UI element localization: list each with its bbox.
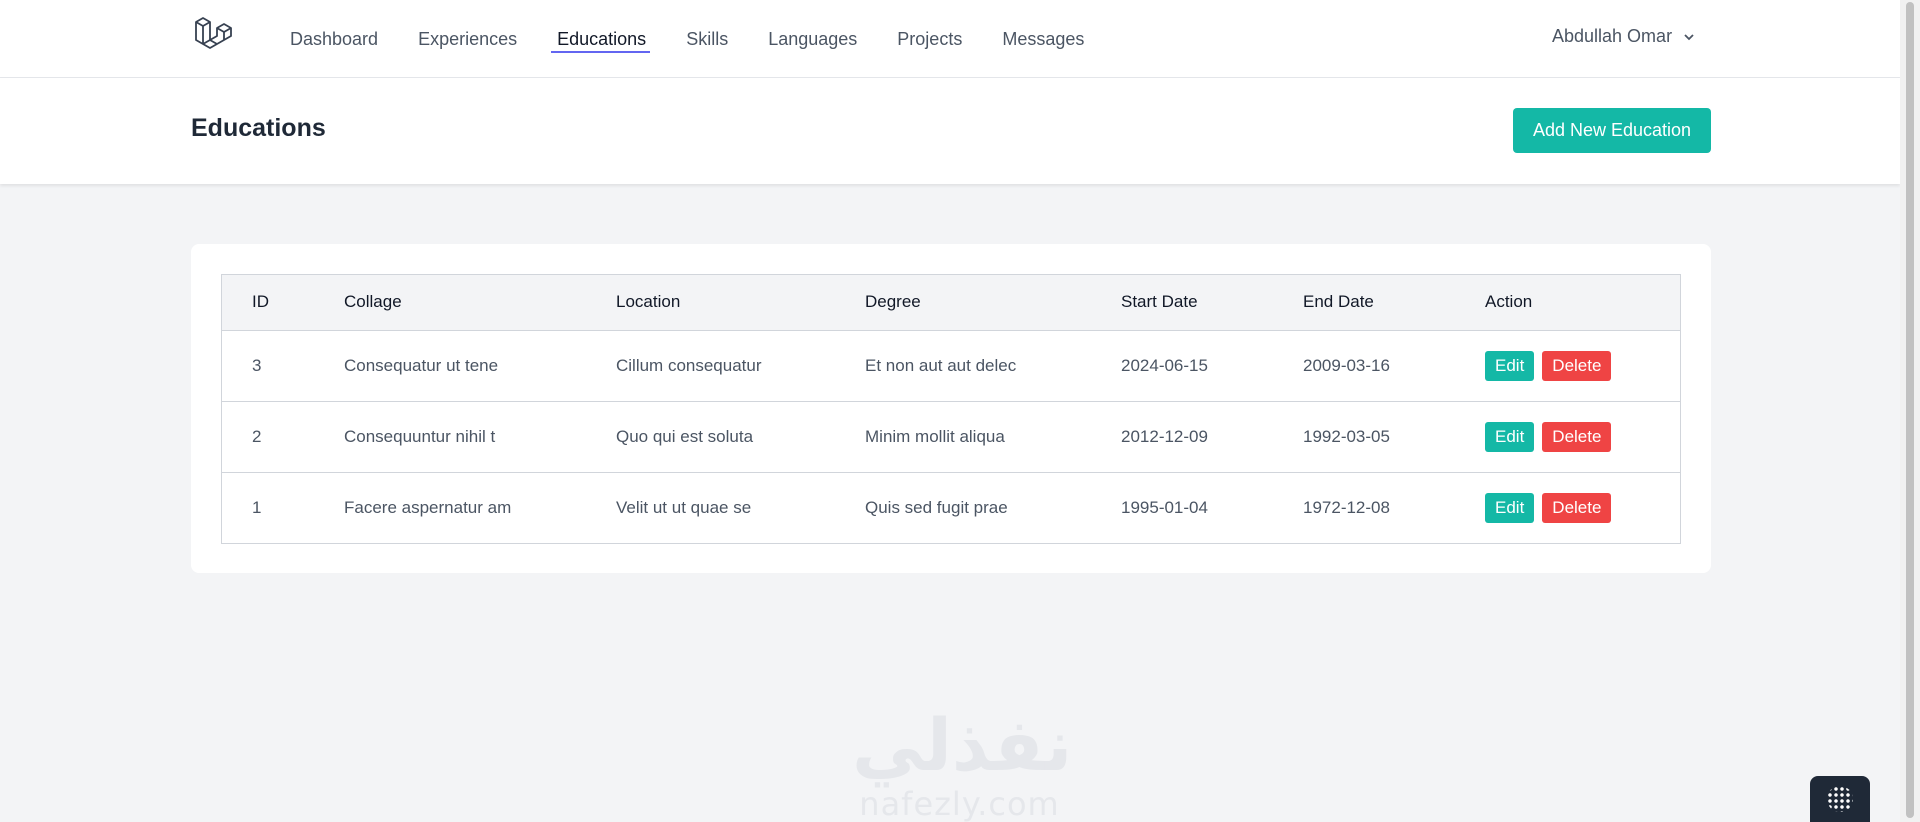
cell-actions: Edit Delete — [1455, 472, 1680, 543]
column-header-id: ID — [252, 292, 269, 312]
nav-links: Dashboard Experiences Educations Skills … — [290, 0, 1124, 78]
column-header-degree: Degree — [865, 292, 921, 312]
vertical-scrollbar[interactable] — [1900, 0, 1920, 822]
cell-location: Cillum consequatur — [616, 355, 762, 375]
nav-link-dashboard[interactable]: Dashboard — [290, 0, 378, 78]
cell-location: Velit ut ut quae se — [616, 497, 752, 517]
cell-location: Quo qui est soluta — [616, 426, 754, 446]
cell-id: 3 — [252, 355, 262, 375]
column-header-location: Location — [616, 292, 681, 312]
delete-button[interactable]: Delete — [1542, 421, 1612, 452]
table-row: 2 Consequuntur nihil t Quo qui est solut… — [222, 401, 1680, 472]
cell-degree: Quis sed fugit prae — [865, 497, 1008, 517]
nav-link-skills[interactable]: Skills — [686, 0, 728, 78]
cell-end-date: 1972-12-08 — [1303, 497, 1390, 517]
column-header-action: Action — [1485, 292, 1533, 312]
laravel-logo-icon[interactable] — [192, 16, 236, 60]
edit-button[interactable]: Edit — [1485, 492, 1535, 523]
table-container: ID Collage Location Degree Start Date En… — [221, 274, 1681, 544]
watermark-arabic-text: نفذلي — [852, 703, 1073, 787]
cell-end-date: 2009-03-16 — [1303, 355, 1390, 375]
edit-button[interactable]: Edit — [1485, 421, 1535, 452]
add-new-education-button[interactable]: Add New Education — [1513, 108, 1711, 153]
nav-link-messages[interactable]: Messages — [1002, 0, 1084, 78]
table-row: 1 Facere aspernatur am Velit ut ut quae … — [222, 472, 1680, 543]
cell-actions: Edit Delete — [1455, 401, 1680, 472]
cell-degree: Et non aut aut delec — [865, 355, 1017, 375]
user-menu[interactable]: Abdullah Omar — [1552, 26, 1696, 47]
edit-button[interactable]: Edit — [1485, 350, 1535, 381]
floating-widget-button[interactable] — [1810, 776, 1870, 822]
cell-actions: Edit Delete — [1455, 330, 1680, 401]
column-header-collage: Collage — [344, 292, 402, 312]
delete-button[interactable]: Delete — [1542, 492, 1612, 523]
cell-collage: Consequuntur nihil t — [344, 426, 496, 446]
educations-table: ID Collage Location Degree Start Date En… — [222, 275, 1680, 543]
educations-card: ID Collage Location Degree Start Date En… — [191, 244, 1711, 573]
cell-collage: Facere aspernatur am — [344, 497, 512, 517]
dots-icon — [1827, 786, 1853, 812]
cell-id: 1 — [252, 497, 262, 517]
table-header-row: ID Collage Location Degree Start Date En… — [222, 275, 1680, 330]
top-navigation: Dashboard Experiences Educations Skills … — [0, 0, 1900, 78]
cell-collage: Consequatur ut tene — [344, 355, 499, 375]
nav-link-educations[interactable]: Educations — [551, 0, 651, 78]
table-row: 3 Consequatur ut tene Cillum consequatur… — [222, 330, 1680, 401]
cell-start-date: 2012-12-09 — [1121, 426, 1208, 446]
user-name: Abdullah Omar — [1552, 26, 1673, 46]
watermark: نفذلي nafezly.com — [852, 703, 1073, 822]
column-header-end-date: End Date — [1303, 292, 1374, 312]
nav-link-languages[interactable]: Languages — [768, 0, 857, 78]
cell-end-date: 1992-03-05 — [1303, 426, 1390, 446]
page-header: Educations Add New Education — [0, 78, 1900, 184]
scrollbar-thumb[interactable] — [1906, 2, 1914, 818]
nav-link-experiences[interactable]: Experiences — [418, 0, 517, 78]
watermark-url-text: nafezly.com — [859, 785, 1060, 822]
cell-start-date: 2024-06-15 — [1121, 355, 1208, 375]
cell-start-date: 1995-01-04 — [1121, 497, 1208, 517]
cell-id: 2 — [252, 426, 262, 446]
nav-link-projects[interactable]: Projects — [897, 0, 962, 78]
page-title: Educations — [191, 114, 326, 142]
column-header-start-date: Start Date — [1121, 292, 1198, 312]
delete-button[interactable]: Delete — [1542, 350, 1612, 381]
cell-degree: Minim mollit aliqua — [865, 426, 1005, 446]
chevron-down-icon — [1684, 33, 1694, 40]
